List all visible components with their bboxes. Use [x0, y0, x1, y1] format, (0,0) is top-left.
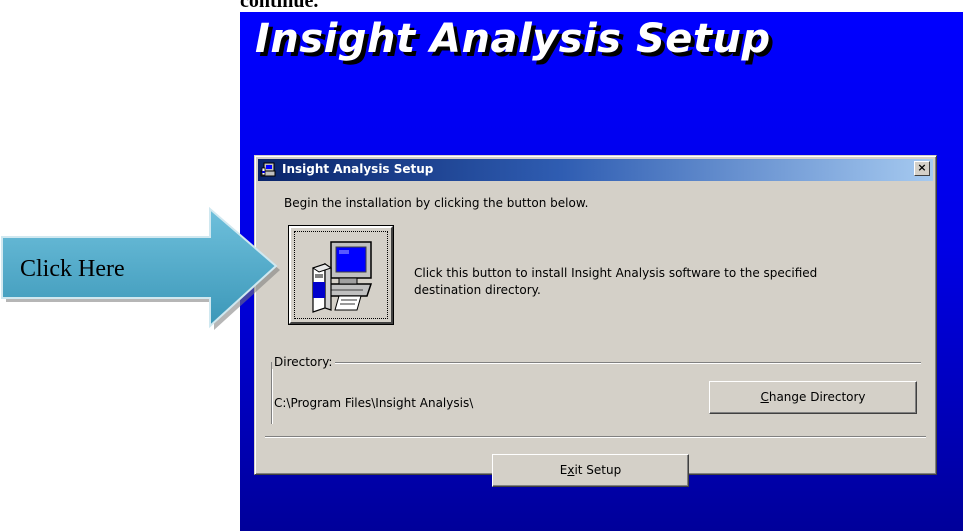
directory-path: C:\Program Files\Insight Analysis\	[274, 396, 474, 410]
close-icon: ×	[917, 161, 927, 174]
change-label-accel: C	[760, 390, 769, 404]
change-directory-button[interactable]: Change Directory	[709, 381, 917, 414]
click-here-label: Click Here	[20, 256, 125, 282]
exit-label-suffix: it Setup	[574, 463, 622, 477]
change-label-suffix: hange Directory	[768, 390, 866, 404]
setup-app-icon	[260, 162, 276, 178]
instruction-text: Begin the installation by clicking the b…	[284, 196, 589, 210]
install-button[interactable]	[288, 225, 394, 325]
exit-setup-button[interactable]: Exit Setup	[492, 454, 689, 487]
computer-install-icon	[311, 241, 373, 313]
close-button[interactable]: ×	[914, 161, 930, 176]
dialog-titlebar[interactable]: Insight Analysis Setup ×	[258, 159, 933, 181]
setup-dialog: Insight Analysis Setup × Begin the insta…	[254, 155, 937, 487]
dialog-title: Insight Analysis Setup	[282, 162, 434, 176]
install-description: Click this button to install Insight Ana…	[414, 265, 884, 299]
exit-setup-label: Exit Setup	[560, 463, 621, 477]
install-description-text: Click this button to install Insight Ana…	[414, 266, 818, 297]
directory-label: Directory:	[272, 355, 336, 369]
banner-title: Insight Analysis Setup	[255, 16, 771, 62]
change-directory-label: Change Directory	[760, 390, 865, 404]
dialog-separator	[265, 436, 926, 438]
